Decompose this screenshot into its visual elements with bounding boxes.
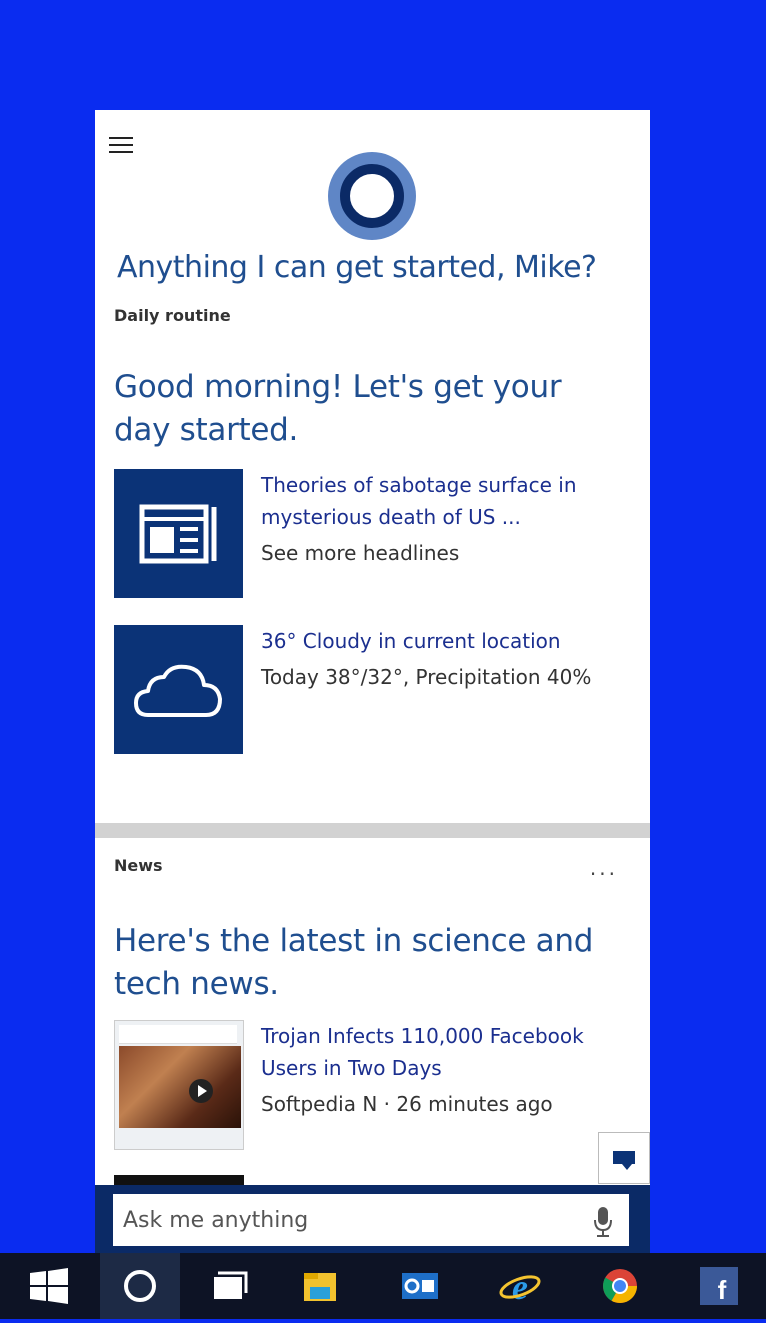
chrome-icon [603,1269,637,1303]
newspaper-icon [139,504,217,564]
microphone-icon[interactable] [592,1205,614,1239]
file-explorer-button[interactable] [280,1253,360,1319]
task-view-icon [214,1271,248,1299]
cortana-button[interactable] [100,1253,180,1319]
newspaper-tile [114,469,243,598]
facebook-button[interactable]: f [682,1253,762,1319]
news-headline-card[interactable]: Theories of sabotage surface in mysterio… [114,469,624,598]
search-input[interactable] [113,1194,629,1246]
start-icon [30,1268,68,1304]
daily-routine-heading: Good morning! Let's get your day started… [114,369,562,448]
svg-text:f: f [718,1275,727,1305]
cortana-icon [124,1270,156,1302]
search-bar [95,1185,650,1253]
weather-text: 36° Cloudy in current location Today 38°… [261,625,621,693]
facebook-icon: f [700,1267,738,1305]
feedback-button[interactable] [598,1132,650,1184]
chrome-button[interactable] [580,1253,660,1319]
weather-tile [114,625,243,754]
weather-summary-link[interactable]: 36° Cloudy in current location [261,625,621,657]
cortana-panel: Anything I can get started, Mike? Daily … [95,110,650,1185]
internet-explorer-icon: e [499,1267,541,1307]
news-heading: Here's the latest in science and tech ne… [114,923,594,1002]
article-thumbnail [114,1020,244,1150]
article-source: Softpedia N · 26 minutes ago [261,1092,553,1116]
internet-explorer-button[interactable]: e [480,1253,560,1319]
news-headline-text: Theories of sabotage surface in mysterio… [261,469,621,569]
hamburger-menu-icon[interactable] [109,137,133,157]
see-more-headlines-link[interactable]: See more headlines [261,537,621,569]
outlook-button[interactable] [380,1253,460,1319]
daily-routine-label: Daily routine [114,306,231,325]
article-text: Trojan Infects 110,000 Facebook Users in… [261,1020,621,1120]
section-divider [95,823,650,838]
task-view-button[interactable] [190,1253,270,1319]
start-button[interactable] [10,1253,90,1319]
play-icon [189,1079,213,1103]
news-headline-link[interactable]: Theories of sabotage surface in mysterio… [261,469,621,533]
svg-text:e: e [512,1267,528,1307]
news-section-label: News [114,856,163,875]
taskbar: e f [0,1253,766,1319]
article-title-link[interactable]: Trojan Infects 110,000 Facebook Users in… [261,1020,621,1084]
weather-detail: Today 38°/32°, Precipitation 40% [261,665,592,689]
greeting-text: Anything I can get started, Mike? [117,250,597,285]
next-article-thumbnail [114,1175,244,1185]
news-article-card[interactable]: Trojan Infects 110,000 Facebook Users in… [114,1020,624,1150]
cloud-icon [134,664,222,717]
cortana-logo-icon [328,152,416,240]
outlook-icon [402,1273,438,1299]
feedback-icon [613,1151,635,1170]
weather-card[interactable]: 36° Cloudy in current location Today 38°… [114,625,624,754]
news-more-options-icon[interactable]: ... [590,856,618,880]
file-explorer-icon [304,1273,336,1301]
